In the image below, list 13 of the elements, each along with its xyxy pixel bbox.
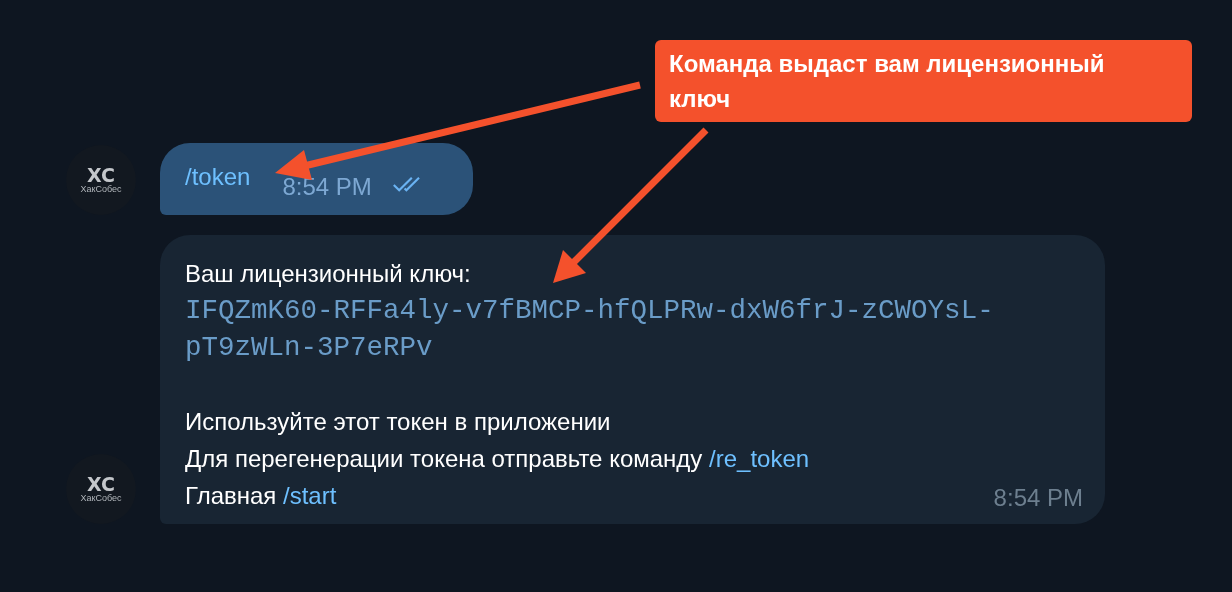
message-text: Для перегенерации токена отправьте команду [185, 445, 704, 472]
message-text: Ваш лицензионный ключ: [185, 259, 472, 289]
command-link[interactable]: /token [185, 163, 251, 191]
avatar[interactable]: XC ХакСобес [66, 145, 136, 215]
message-text: Главная [185, 482, 278, 509]
message-text: Используйте этот токен в приложении [185, 407, 612, 437]
token-text: IFQZmK60-RFFa4ly-v7fBMCP-hfQLPRw-dxW6frJ-zCWOYsL-pT9zWLn-3P7eRPv [185, 294, 995, 365]
avatar[interactable]: XC ХакСобес [66, 454, 136, 524]
message-time: 8:54 PM [993, 484, 1083, 512]
message-time: 8:54 PM [282, 173, 372, 201]
command-link[interactable]: /start [283, 482, 337, 509]
command-link[interactable]: /re_token [709, 445, 810, 472]
callout-note: Команда выдаст вам лицензионный ключ [655, 40, 1192, 122]
